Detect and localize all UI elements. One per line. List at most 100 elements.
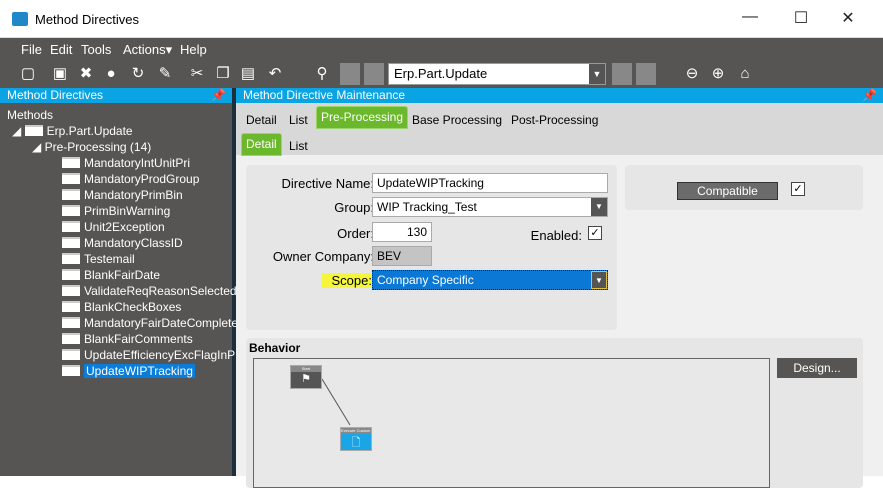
first-record-button[interactable]	[340, 63, 360, 85]
tree-item[interactable]: MandatoryClassID	[62, 235, 183, 251]
workflow-canvas[interactable]: Start⚑ Execute Custom Code🗋	[253, 358, 770, 488]
order-input[interactable]: 130	[372, 222, 432, 242]
execute-custom-code-node[interactable]: Execute Custom Code🗋	[340, 427, 372, 451]
enabled-label: Enabled:	[530, 228, 582, 243]
tree-item-label: BlankFairDate	[84, 268, 161, 282]
chevron-down-icon[interactable]: ▼	[591, 198, 607, 216]
folder-icon	[62, 221, 80, 232]
group-value: WIP Tracking_Test	[377, 200, 477, 214]
next-record-button[interactable]	[612, 63, 632, 85]
last-record-button[interactable]	[636, 63, 656, 85]
subtab-list[interactable]: List	[289, 139, 308, 153]
refresh-icon[interactable]: ↻	[128, 64, 148, 84]
close-button[interactable]: ✕	[833, 8, 863, 30]
menu-file[interactable]: File	[21, 42, 42, 57]
behavior-box: Behavior Start⚑ Execute Custom Code🗋 Des…	[246, 338, 863, 488]
tree-item[interactable]: MandatoryProdGroup	[62, 171, 199, 187]
design-button[interactable]: Design...	[777, 358, 857, 378]
tree-item[interactable]: BlankFairDate	[62, 267, 160, 283]
tree-method[interactable]: ◢ Erp.Part.Update	[12, 123, 133, 139]
left-panel-header: Method Directives 📌	[0, 88, 232, 103]
forward-icon[interactable]: ⊕	[708, 64, 728, 84]
menu-edit[interactable]: Edit	[50, 42, 72, 57]
folder-icon	[62, 253, 80, 264]
start-node[interactable]: Start ⚑	[290, 365, 322, 389]
tree-item[interactable]: Testemail	[62, 251, 135, 267]
tree-root: Methods	[7, 108, 54, 122]
tab-list[interactable]: List	[289, 113, 308, 127]
clear-icon[interactable]: ✎	[155, 64, 175, 84]
compatible-button[interactable]: Compatible	[677, 182, 778, 200]
new-icon[interactable]: ▢	[18, 64, 38, 84]
title-bar: Method Directives — ☐ ✕	[0, 0, 883, 38]
chevron-down-icon[interactable]: ▼	[589, 64, 605, 84]
tree-group[interactable]: ◢ Pre-Processing (14)	[32, 139, 151, 155]
record-search-input[interactable]: Erp.Part.Update ▼	[388, 63, 606, 85]
comment-icon[interactable]: ●	[101, 64, 121, 84]
folder-icon	[62, 173, 80, 184]
tab-base-processing[interactable]: Base Processing	[412, 113, 502, 127]
menu-actions[interactable]: Actions▾	[123, 42, 172, 58]
chevron-down-icon[interactable]: ▼	[591, 271, 607, 289]
folder-icon	[62, 349, 80, 360]
menu-tools[interactable]: Tools	[81, 42, 111, 57]
back-icon[interactable]: ⊖	[682, 64, 702, 84]
main-tabs: Detail List Pre-Processing Base Processi…	[236, 103, 883, 130]
compatible-box: Compatible ✓	[625, 165, 863, 210]
enabled-checkbox[interactable]: ✓	[588, 226, 602, 240]
tree-item[interactable]: UpdateWIPTracking	[62, 363, 195, 379]
tree-item[interactable]: BlankFairComments	[62, 331, 193, 347]
pin-icon[interactable]: 📌	[862, 88, 877, 103]
behavior-label: Behavior	[249, 341, 301, 355]
maintenance-panel: Detail List Pre-Processing Base Processi…	[236, 103, 883, 488]
search-binoculars-icon[interactable]: ⚲	[312, 64, 332, 84]
tree-item[interactable]: UpdateEfficiencyExcFlagInP	[62, 347, 235, 363]
tree-item[interactable]: MandatoryFairDateComplete	[62, 315, 238, 331]
tree-item[interactable]: MandatoryIntUnitPri	[62, 155, 190, 171]
owner-company-field: BEV	[372, 246, 432, 266]
pin-icon[interactable]: 📌	[211, 88, 226, 103]
undo-icon[interactable]: ↶	[265, 64, 285, 84]
tree-item-label: Testemail	[84, 252, 135, 266]
tab-detail[interactable]: Detail	[246, 113, 277, 127]
tree-method-label: Erp.Part.Update	[46, 124, 133, 138]
tree-item-label: ValidateReqReasonSelected	[84, 284, 237, 298]
tree-item-label: MandatoryIntUnitPri	[84, 156, 191, 170]
tree-item[interactable]: PrimBinWarning	[62, 203, 170, 219]
compatible-checkbox[interactable]: ✓	[791, 182, 805, 196]
tree-item[interactable]: ValidateReqReasonSelected	[62, 283, 237, 299]
paste-icon[interactable]: ▤	[238, 64, 258, 84]
tree-item-label: UpdateWIPTracking	[84, 364, 195, 378]
home-icon[interactable]: ⌂	[735, 64, 755, 84]
tab-pre-processing[interactable]: Pre-Processing	[316, 106, 409, 129]
folder-icon	[24, 125, 43, 136]
copy-icon[interactable]: ❐	[213, 64, 233, 84]
group-label: Group:	[334, 200, 374, 215]
document-icon: 🗋	[351, 437, 361, 449]
delete-icon[interactable]: ✖	[76, 64, 96, 84]
tree-item[interactable]: BlankCheckBoxes	[62, 299, 181, 315]
menu-help[interactable]: Help	[180, 42, 207, 57]
previous-record-button[interactable]	[364, 63, 384, 85]
sub-tabs: Detail List	[236, 130, 883, 156]
subtab-detail[interactable]: Detail	[241, 133, 282, 156]
tree-item-label: BlankFairComments	[84, 332, 193, 346]
group-select[interactable]: WIP Tracking_Test ▼	[372, 197, 608, 217]
scope-select[interactable]: Company Specific ▼	[372, 270, 608, 290]
tree-item-label: MandatoryClassID	[84, 236, 183, 250]
folder-icon	[62, 285, 80, 296]
tree-item[interactable]: MandatoryPrimBin	[62, 187, 183, 203]
save-icon[interactable]: ▣	[50, 64, 70, 84]
menu-bar: File Edit Tools Actions▾ Help	[0, 38, 883, 61]
directive-name-input[interactable]: UpdateWIPTracking	[372, 173, 608, 193]
tree-item-label: BlankCheckBoxes	[84, 300, 182, 314]
tree-item[interactable]: Unit2Exception	[62, 219, 165, 235]
maximize-button[interactable]: ☐	[786, 8, 816, 30]
minimize-button[interactable]: —	[735, 8, 765, 30]
tab-post-processing[interactable]: Post-Processing	[511, 113, 598, 127]
flag-icon: ⚑	[301, 373, 311, 385]
folder-icon	[62, 205, 80, 216]
method-tree: Methods ◢ Erp.Part.Update ◢ Pre-Processi…	[0, 103, 238, 476]
cut-icon[interactable]: ✂	[187, 64, 207, 84]
window-title: Method Directives	[35, 12, 140, 27]
